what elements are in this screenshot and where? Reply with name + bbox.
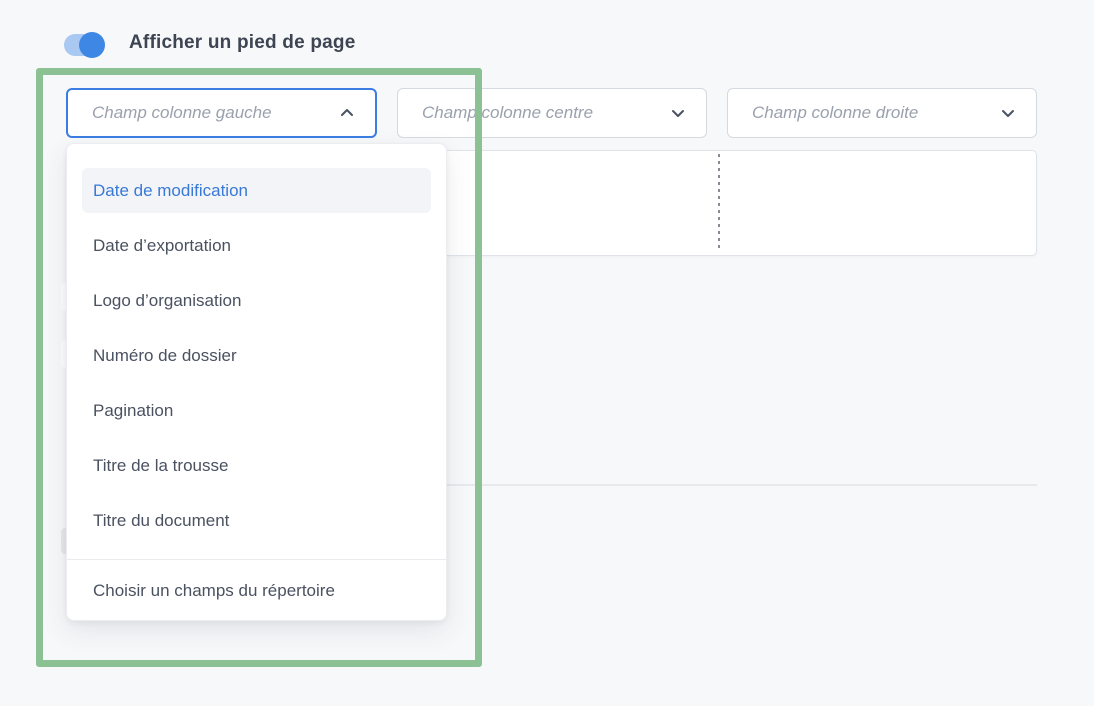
menu-item-pagination[interactable]: Pagination: [67, 383, 446, 438]
footer-settings-panel: Afficher un pied de page Champ colonne g…: [0, 0, 1094, 706]
select-right-column-field[interactable]: Champ colonne droite: [727, 88, 1037, 138]
toggle-knob: [79, 32, 105, 58]
chevron-down-icon: [1000, 105, 1016, 121]
select-center-column-field[interactable]: Champ colonne centre: [397, 88, 707, 138]
footer-visibility-toggle[interactable]: [64, 34, 104, 56]
chevron-up-icon: [339, 105, 355, 121]
chevron-down-icon: [670, 105, 686, 121]
menu-item-logo-organisation[interactable]: Logo d’organisation: [67, 273, 446, 328]
footer-column-divider: [718, 154, 720, 252]
footer-toggle-label: Afficher un pied de page: [129, 32, 356, 54]
select-placeholder: Champ colonne centre: [422, 103, 593, 123]
select-placeholder: Champ colonne droite: [752, 103, 918, 123]
menu-item-list: Date de modification Date d’exportation …: [67, 144, 446, 548]
select-placeholder: Champ colonne gauche: [92, 103, 272, 123]
left-column-field-menu: Date de modification Date d’exportation …: [66, 143, 447, 621]
select-left-column-field[interactable]: Champ colonne gauche: [66, 88, 377, 138]
menu-item-titre-de-la-trousse[interactable]: Titre de la trousse: [67, 438, 446, 493]
menu-item-date-de-modification[interactable]: Date de modification: [67, 163, 446, 218]
menu-item-numero-de-dossier[interactable]: Numéro de dossier: [67, 328, 446, 383]
menu-item-choisir-champs-repertoire[interactable]: Choisir un champs du répertoire: [67, 560, 446, 621]
menu-item-date-exportation[interactable]: Date d’exportation: [67, 218, 446, 273]
menu-item-titre-du-document[interactable]: Titre du document: [67, 493, 446, 548]
